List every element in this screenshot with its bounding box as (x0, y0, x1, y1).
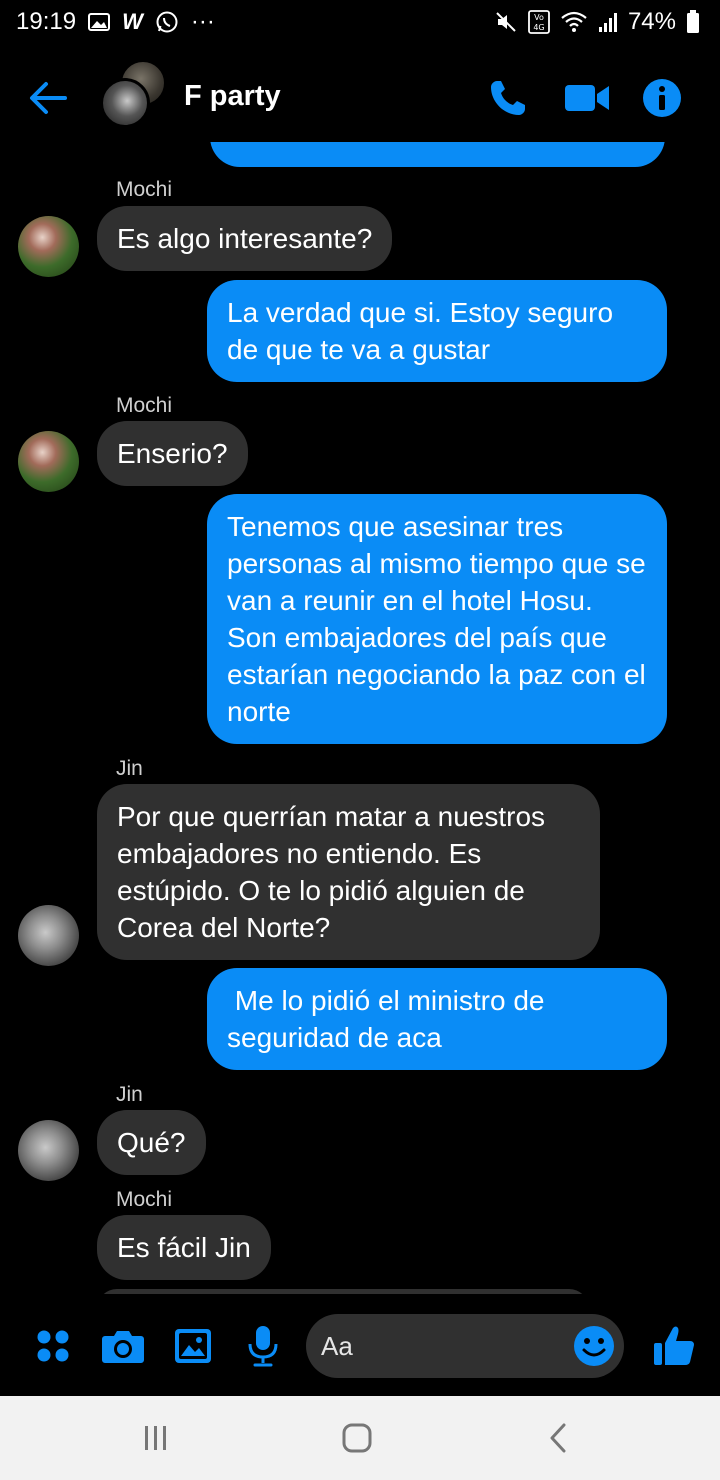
message-bubble-outgoing[interactable]: Me lo pidió el ministro de seguridad de … (207, 968, 667, 1070)
arrow-left-icon (30, 82, 67, 114)
avatar-mochi[interactable] (18, 431, 79, 492)
member-avatar-2 (100, 78, 150, 128)
message-bubble-incoming-partial[interactable] (97, 1289, 589, 1294)
message-bubble-outgoing[interactable]: Tenemos que asesinar tres personas al mi… (207, 494, 667, 744)
message-bubble-incoming[interactable]: Enserio? (97, 421, 248, 486)
group-avatar[interactable] (100, 60, 170, 130)
avatar-mochi[interactable] (18, 216, 79, 277)
video-camera-icon (565, 85, 609, 111)
sender-name: Mochi (116, 394, 173, 417)
home-icon (342, 1423, 372, 1453)
message-bubble-outgoing-partial[interactable] (210, 142, 665, 167)
thumbs-up-icon (654, 1326, 694, 1365)
message-bubble-incoming[interactable]: Es algo interesante? (97, 206, 393, 271)
chevron-left-icon (550, 1423, 566, 1453)
composer-bar (0, 1296, 720, 1396)
mute-icon (494, 10, 518, 34)
more-notifications-icon: ··· (190, 8, 215, 35)
message-input-container[interactable] (306, 1314, 624, 1378)
message-bubble-outgoing[interactable]: La verdad que si. Estoy seguro de que te… (207, 280, 667, 382)
wifi-icon (560, 11, 588, 33)
gallery-button[interactable] (169, 1322, 217, 1370)
phone-icon (491, 81, 525, 115)
more-actions-button[interactable] (29, 1322, 77, 1370)
sender-name: Mochi (116, 1188, 173, 1211)
camera-icon (102, 1331, 144, 1363)
battery-percent: 74% (627, 8, 676, 35)
message-bubble-incoming[interactable]: Por que querrían matar a nuestros embaja… (97, 784, 600, 960)
battery-icon (686, 10, 700, 34)
info-icon (643, 79, 681, 117)
signal-icon (598, 11, 618, 33)
system-navigation-bar (0, 1396, 720, 1480)
back-button[interactable] (28, 78, 68, 118)
microphone-icon (248, 1326, 278, 1367)
sender-name: Jin (116, 1083, 143, 1106)
chat-header: F party (0, 52, 720, 142)
recent-apps-button[interactable] (134, 1418, 178, 1458)
voice-message-button[interactable] (239, 1322, 287, 1370)
recent-apps-icon (145, 1426, 166, 1450)
smiley-icon (574, 1326, 614, 1366)
w-app-notification-icon: W (122, 9, 143, 34)
message-bubble-incoming[interactable]: Es fácil Jin (97, 1215, 271, 1280)
video-call-button[interactable] (563, 74, 611, 122)
sender-name: Mochi (116, 178, 173, 201)
image-icon (175, 1329, 211, 1363)
gallery-notification-icon (88, 12, 111, 32)
svg-text:Vo: Vo (534, 13, 544, 22)
emoji-button[interactable] (572, 1324, 616, 1368)
status-bar: 19:19 W ··· Vo 4G 74% (0, 0, 720, 44)
sender-name: Jin (116, 757, 143, 780)
home-button[interactable] (335, 1418, 379, 1458)
avatar-jin[interactable] (18, 1120, 79, 1181)
avatar-jin[interactable] (18, 905, 79, 966)
voice-call-button[interactable] (484, 74, 532, 122)
message-list[interactable]: Mochi Es algo interesante? La verdad que… (0, 142, 720, 1294)
back-nav-button[interactable] (536, 1418, 580, 1458)
message-input[interactable] (321, 1330, 561, 1362)
whatsapp-notification-icon (155, 10, 179, 34)
chat-title[interactable]: F party (184, 80, 281, 113)
four-dots-icon (37, 1330, 69, 1362)
like-button[interactable] (650, 1322, 698, 1370)
volte-icon: Vo 4G (528, 10, 550, 34)
status-time: 19:19 (16, 8, 77, 35)
info-button[interactable] (638, 74, 686, 122)
svg-text:4G: 4G (533, 23, 544, 32)
camera-button[interactable] (99, 1322, 147, 1370)
message-bubble-incoming[interactable]: Qué? (97, 1110, 206, 1175)
